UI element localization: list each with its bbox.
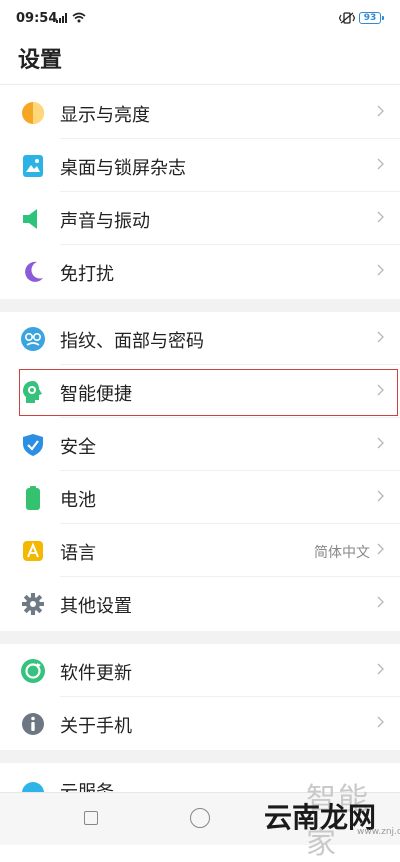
settings-item-label: 声音与振动 <box>60 211 150 232</box>
settings-item-label: 显示与亮度 <box>60 105 150 126</box>
settings-item-label: 语言 <box>60 543 96 564</box>
update-icon <box>21 659 45 683</box>
settings-item-label: 指纹、面部与密码 <box>60 331 204 352</box>
settings-item-about-phone[interactable]: 关于手机 <box>0 697 400 750</box>
group-separator <box>0 299 400 312</box>
watermark-url: www.znj.com <box>357 827 400 837</box>
info-icon <box>22 713 44 735</box>
status-bar: 09:54 93 <box>0 0 400 36</box>
display-brightness-icon <box>22 102 44 124</box>
settings-item-label: 免打扰 <box>60 264 114 285</box>
settings-item-label: 安全 <box>60 437 96 458</box>
moon-icon <box>25 261 43 282</box>
header-divider <box>0 84 400 85</box>
settings-item-sound[interactable]: 声音与振动 <box>0 192 400 245</box>
page-title: 设置 <box>18 48 63 73</box>
battery-indicator: 93 <box>359 12 384 24</box>
chevron-right-icon <box>377 543 384 555</box>
gear-icon <box>22 593 44 615</box>
home-button[interactable] <box>190 808 210 828</box>
settings-item-software-update[interactable]: 软件更新 <box>0 644 400 697</box>
chevron-right-icon <box>377 264 384 276</box>
wifi-icon <box>72 12 86 23</box>
settings-item-label: 关于手机 <box>60 716 132 737</box>
chevron-right-icon <box>377 105 384 117</box>
settings-item-wallpaper[interactable]: 桌面与锁屏杂志 <box>0 139 400 192</box>
settings-item-label: 软件更新 <box>60 663 132 684</box>
language-current-value: 简体中文 <box>314 545 370 561</box>
status-time: 09:54 <box>16 11 58 26</box>
battery-icon <box>26 486 40 510</box>
recent-apps-button[interactable] <box>84 811 98 825</box>
chevron-right-icon <box>377 211 384 223</box>
vibrate-icon <box>339 12 355 24</box>
settings-item-battery[interactable]: 电池 <box>0 471 400 524</box>
chevron-right-icon <box>377 158 384 170</box>
chevron-right-icon <box>377 437 384 449</box>
group-separator <box>0 631 400 644</box>
language-icon <box>23 541 43 561</box>
chevron-right-icon <box>377 596 384 608</box>
settings-item-label: 桌面与锁屏杂志 <box>60 158 186 179</box>
group-separator <box>0 750 400 763</box>
settings-item-label: 其他设置 <box>60 596 132 617</box>
settings-item-security[interactable]: 安全 <box>0 418 400 471</box>
settings-item-other-settings[interactable]: 其他设置 <box>0 577 400 630</box>
settings-item-fingerprint-face-password[interactable]: 指纹、面部与密码 <box>0 312 400 365</box>
settings-item-language[interactable]: 语言 简体中文 <box>0 524 400 577</box>
wallpaper-icon <box>23 155 43 177</box>
settings-item-display-brightness[interactable]: 显示与亮度 <box>0 86 400 139</box>
chevron-right-icon <box>377 490 384 502</box>
settings-item-label: 电池 <box>60 490 96 511</box>
sound-icon <box>23 209 37 229</box>
cellular-signal-icon <box>56 13 67 23</box>
chevron-right-icon <box>377 331 384 343</box>
highlight-box <box>19 369 398 416</box>
chevron-right-icon <box>377 716 384 728</box>
chevron-right-icon <box>377 663 384 675</box>
fingerprint-face-icon <box>21 327 45 351</box>
shield-icon <box>23 434 43 456</box>
settings-item-do-not-disturb[interactable]: 免打扰 <box>0 245 400 298</box>
